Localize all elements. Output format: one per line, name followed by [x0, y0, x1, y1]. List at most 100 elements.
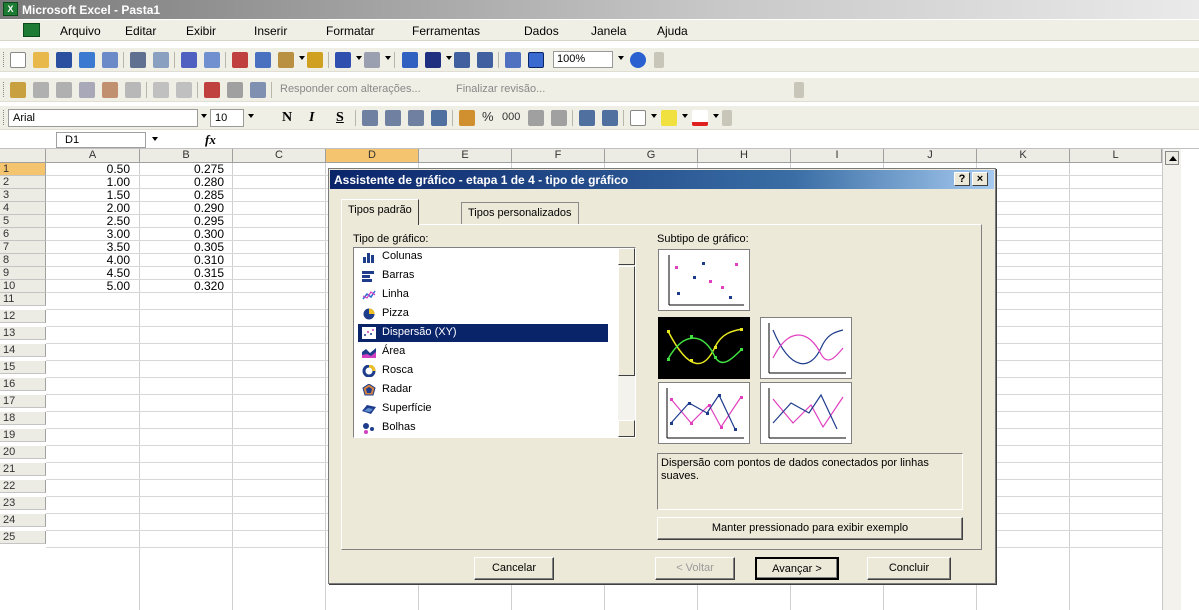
cell-b10[interactable]: 0.320	[140, 280, 233, 293]
show-all-comments-icon[interactable]	[176, 82, 192, 98]
end-review-link[interactable]: Finalizar revisão...	[456, 83, 545, 95]
help-button[interactable]: ?	[954, 172, 970, 186]
column-header[interactable]: F	[512, 149, 605, 163]
comment-icon[interactable]	[102, 82, 118, 98]
chart-wizard-icon[interactable]	[505, 52, 521, 68]
comment-icon[interactable]	[33, 82, 49, 98]
hyperlink-icon[interactable]	[402, 52, 418, 68]
list-item[interactable]: Superfície	[358, 400, 608, 418]
currency-icon[interactable]	[459, 110, 475, 126]
font-size-select[interactable]: 10	[210, 109, 244, 127]
menu-formatar[interactable]: Formatar	[326, 24, 375, 38]
new-document-icon[interactable]	[10, 52, 26, 68]
row-header[interactable]: 3	[0, 189, 46, 202]
workbook-icon[interactable]	[23, 23, 40, 37]
cell-a10[interactable]: 5.00	[46, 280, 139, 293]
list-item[interactable]: Rosca	[358, 362, 608, 380]
research-icon[interactable]	[204, 52, 220, 68]
permission-icon[interactable]	[79, 52, 95, 68]
menu-exibir[interactable]: Exibir	[186, 24, 216, 38]
reply-icon[interactable]	[250, 82, 266, 98]
finish-button[interactable]: Concluir	[867, 557, 951, 580]
list-scrollbar[interactable]	[618, 248, 635, 437]
help-icon[interactable]	[630, 52, 646, 68]
print-preview-icon[interactable]	[153, 52, 169, 68]
row-header[interactable]: 22	[0, 480, 46, 493]
toolbar-options-icon[interactable]	[722, 110, 732, 126]
column-header[interactable]: C	[233, 149, 326, 163]
decrease-decimal-icon[interactable]	[551, 110, 567, 126]
select-all-corner[interactable]	[0, 149, 46, 163]
scroll-up-arrow-icon[interactable]	[618, 248, 635, 265]
toolbar-options-icon[interactable]	[654, 52, 664, 68]
print-icon[interactable]	[130, 52, 146, 68]
delete-comment-icon[interactable]	[204, 82, 220, 98]
row-header[interactable]: 15	[0, 361, 46, 374]
show-comment-icon[interactable]	[153, 82, 169, 98]
row-header[interactable]: 14	[0, 344, 46, 357]
list-item[interactable]: Dispersão (XY)	[358, 324, 608, 342]
merge-center-icon[interactable]	[431, 110, 447, 126]
toolbar-grip[interactable]	[3, 52, 6, 67]
column-header[interactable]: I	[791, 149, 884, 163]
row-header[interactable]: 2	[0, 176, 46, 189]
redo-icon[interactable]	[364, 52, 380, 68]
row-header[interactable]: 10	[0, 280, 46, 293]
list-item[interactable]: Colunas	[358, 248, 608, 266]
reply-with-changes-link[interactable]: Responder com alterações...	[280, 83, 421, 95]
autosum-icon[interactable]	[425, 52, 441, 68]
row-header[interactable]: 25	[0, 531, 46, 544]
column-header[interactable]: L	[1070, 149, 1162, 163]
chevron-down-icon[interactable]	[713, 114, 719, 118]
scroll-up-arrow-icon[interactable]	[1165, 151, 1179, 165]
font-name-select[interactable]: Arial	[8, 109, 198, 127]
tab-custom-types[interactable]: Tipos personalizados	[461, 202, 579, 224]
drawing-icon[interactable]	[528, 52, 544, 68]
menu-ferramentas[interactable]: Ferramentas	[412, 24, 480, 38]
chevron-down-icon[interactable]	[299, 56, 305, 60]
chevron-down-icon[interactable]	[682, 114, 688, 118]
column-header[interactable]: G	[605, 149, 698, 163]
increase-indent-icon[interactable]	[602, 110, 618, 126]
email-icon[interactable]	[102, 52, 118, 68]
spelling-icon[interactable]	[181, 52, 197, 68]
decrease-indent-icon[interactable]	[579, 110, 595, 126]
row-header[interactable]: 24	[0, 514, 46, 527]
row-header[interactable]: 12	[0, 310, 46, 323]
toolbar-options-icon[interactable]	[794, 82, 804, 98]
sort-descending-icon[interactable]	[477, 52, 493, 68]
comment-icon[interactable]	[79, 82, 95, 98]
track-changes-icon[interactable]	[227, 82, 243, 98]
comment-icon[interactable]	[56, 82, 72, 98]
subtype-scatter-lines-markers[interactable]	[658, 382, 750, 444]
row-header[interactable]: 16	[0, 378, 46, 391]
copy-icon[interactable]	[255, 52, 271, 68]
list-item[interactable]: Pizza	[358, 305, 608, 323]
align-right-icon[interactable]	[408, 110, 424, 126]
column-header[interactable]: D	[326, 149, 419, 163]
cut-icon[interactable]	[232, 52, 248, 68]
cancel-button[interactable]: Cancelar	[474, 557, 554, 580]
tab-standard-types[interactable]: Tipos padrão	[341, 199, 419, 225]
next-button[interactable]: Avançar >	[755, 557, 839, 580]
format-painter-icon[interactable]	[307, 52, 323, 68]
column-header[interactable]: H	[698, 149, 791, 163]
align-left-icon[interactable]	[362, 110, 378, 126]
preview-sample-button[interactable]: Manter pressionado para exibir exemplo	[657, 517, 963, 540]
italic-button[interactable]: I	[309, 110, 314, 126]
list-item[interactable]: Linha	[358, 286, 608, 304]
chevron-down-icon[interactable]	[446, 56, 452, 60]
row-header[interactable]: 23	[0, 497, 46, 510]
column-header[interactable]: B	[140, 149, 233, 163]
vertical-scrollbar[interactable]	[1162, 149, 1181, 610]
chevron-down-icon[interactable]	[201, 114, 207, 118]
row-header[interactable]: 4	[0, 202, 46, 215]
back-button[interactable]: < Voltar	[655, 557, 735, 580]
column-header[interactable]: K	[977, 149, 1070, 163]
chart-type-list[interactable]: Colunas Barras Linha Pizza Dispersão (XY…	[353, 247, 636, 438]
row-header[interactable]: 13	[0, 327, 46, 340]
sort-ascending-icon[interactable]	[454, 52, 470, 68]
subtype-scatter-smooth-markers[interactable]	[658, 317, 750, 379]
row-header[interactable]: 7	[0, 241, 46, 254]
menu-ajuda[interactable]: Ajuda	[657, 24, 688, 38]
